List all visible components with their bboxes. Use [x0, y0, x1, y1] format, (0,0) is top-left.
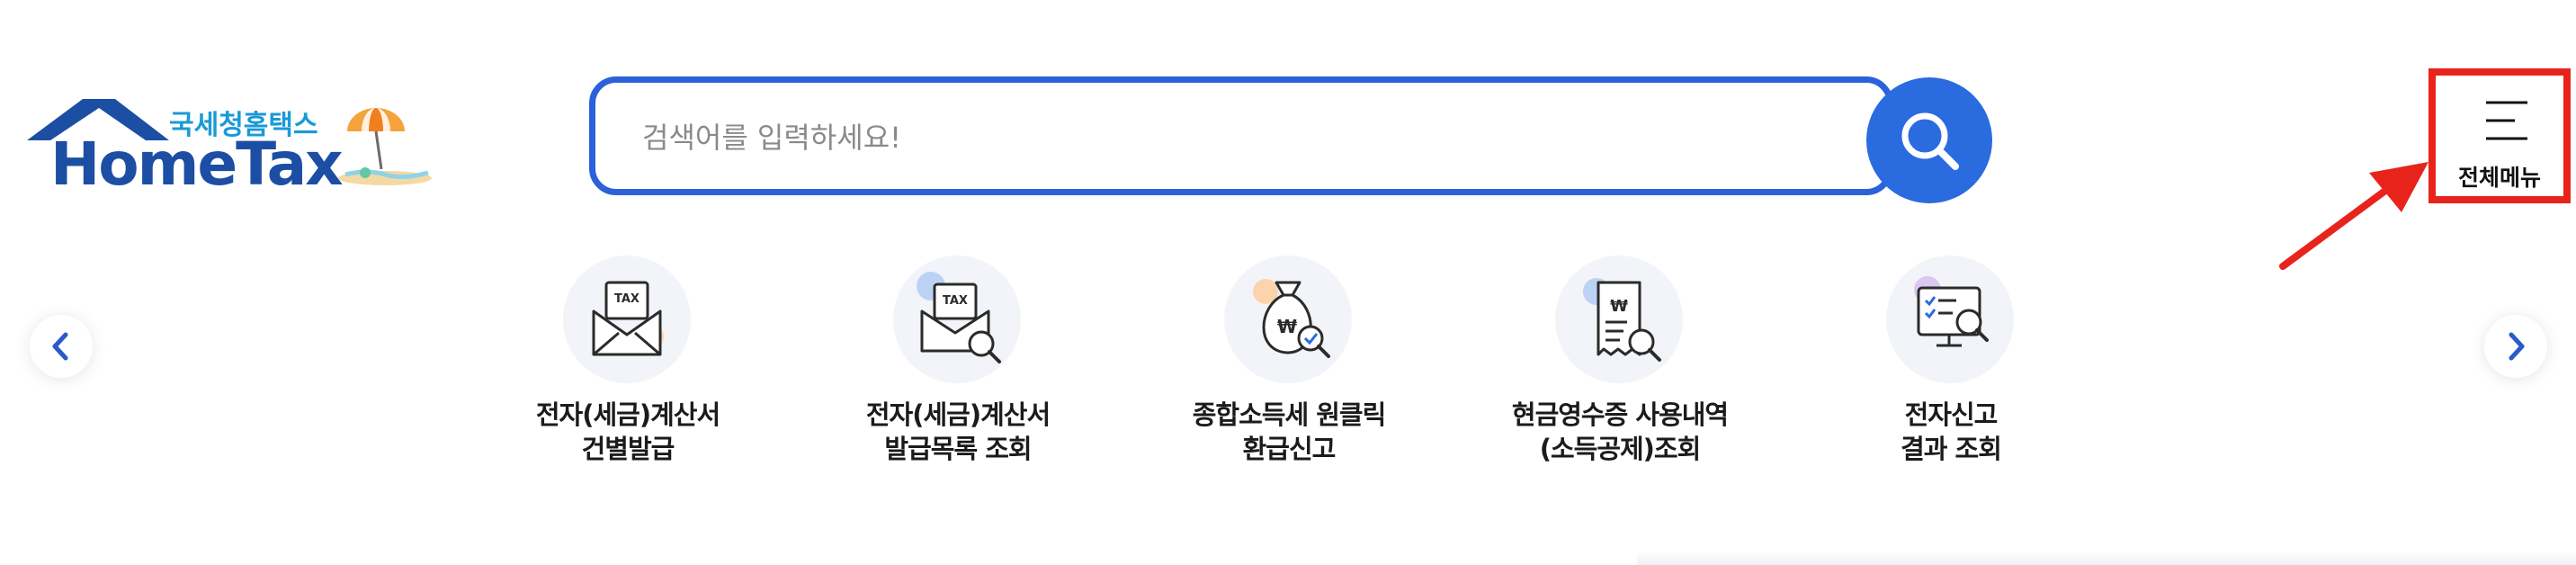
- tax-envelope-search-icon: TAX: [917, 272, 1001, 363]
- hometax-logo[interactable]: 국세청홈택스 HomeTax: [27, 90, 441, 199]
- quick-link-label: 전자(세금)계산서 건별발급: [535, 399, 720, 464]
- full-menu-button[interactable]: 전체메뉴: [2428, 68, 2571, 203]
- chevron-left-icon: [52, 332, 68, 361]
- tax-envelope-icon: TAX: [592, 281, 664, 356]
- full-menu-label: 전체메뉴: [2457, 165, 2541, 191]
- money-bag-search-icon: ₩: [1253, 279, 1330, 358]
- beach-umbrella-icon: [338, 108, 432, 185]
- quick-link-label: 현금영수증 사용내역 (소득공제)조회: [1511, 399, 1729, 464]
- bottom-panel-edge: [1637, 551, 2576, 565]
- red-arrow-annotation: [2279, 162, 2428, 270]
- carousel-prev-button[interactable]: [30, 315, 93, 378]
- quick-link-icon-bg: ₩: [1224, 256, 1352, 383]
- chevron-right-icon: [2509, 332, 2525, 361]
- quick-link-icon-bg: TAX: [563, 256, 691, 383]
- search-box: [589, 76, 1893, 195]
- quick-link-icon-bg: ₩: [1555, 256, 1683, 383]
- svg-text:₩: ₩: [1610, 297, 1628, 316]
- quick-link-label: 종합소득세 원클릭 환급신고: [1192, 399, 1387, 464]
- search-button[interactable]: [1866, 77, 1992, 203]
- carousel-next-button[interactable]: [2484, 315, 2547, 378]
- svg-text:TAX: TAX: [614, 292, 640, 306]
- svg-text:TAX: TAX: [943, 294, 968, 308]
- search-icon: [1901, 112, 1959, 170]
- quick-link-icon-bg: TAX: [893, 256, 1021, 383]
- quick-link-label: 전자(세금)계산서 발급목록 조회: [865, 399, 1051, 464]
- quick-link-label: 전자신고 결과 조회: [1901, 399, 2002, 464]
- receipt-search-icon: ₩: [1583, 278, 1661, 362]
- search-input[interactable]: [640, 110, 1723, 166]
- svg-text:₩: ₩: [1277, 316, 1297, 337]
- quick-link-icon-bg: [1886, 256, 2014, 383]
- logo-title: HomeTax: [50, 130, 344, 199]
- hamburger-menu-icon: [2486, 101, 2527, 140]
- monitor-checklist-search-icon: [1914, 276, 1989, 347]
